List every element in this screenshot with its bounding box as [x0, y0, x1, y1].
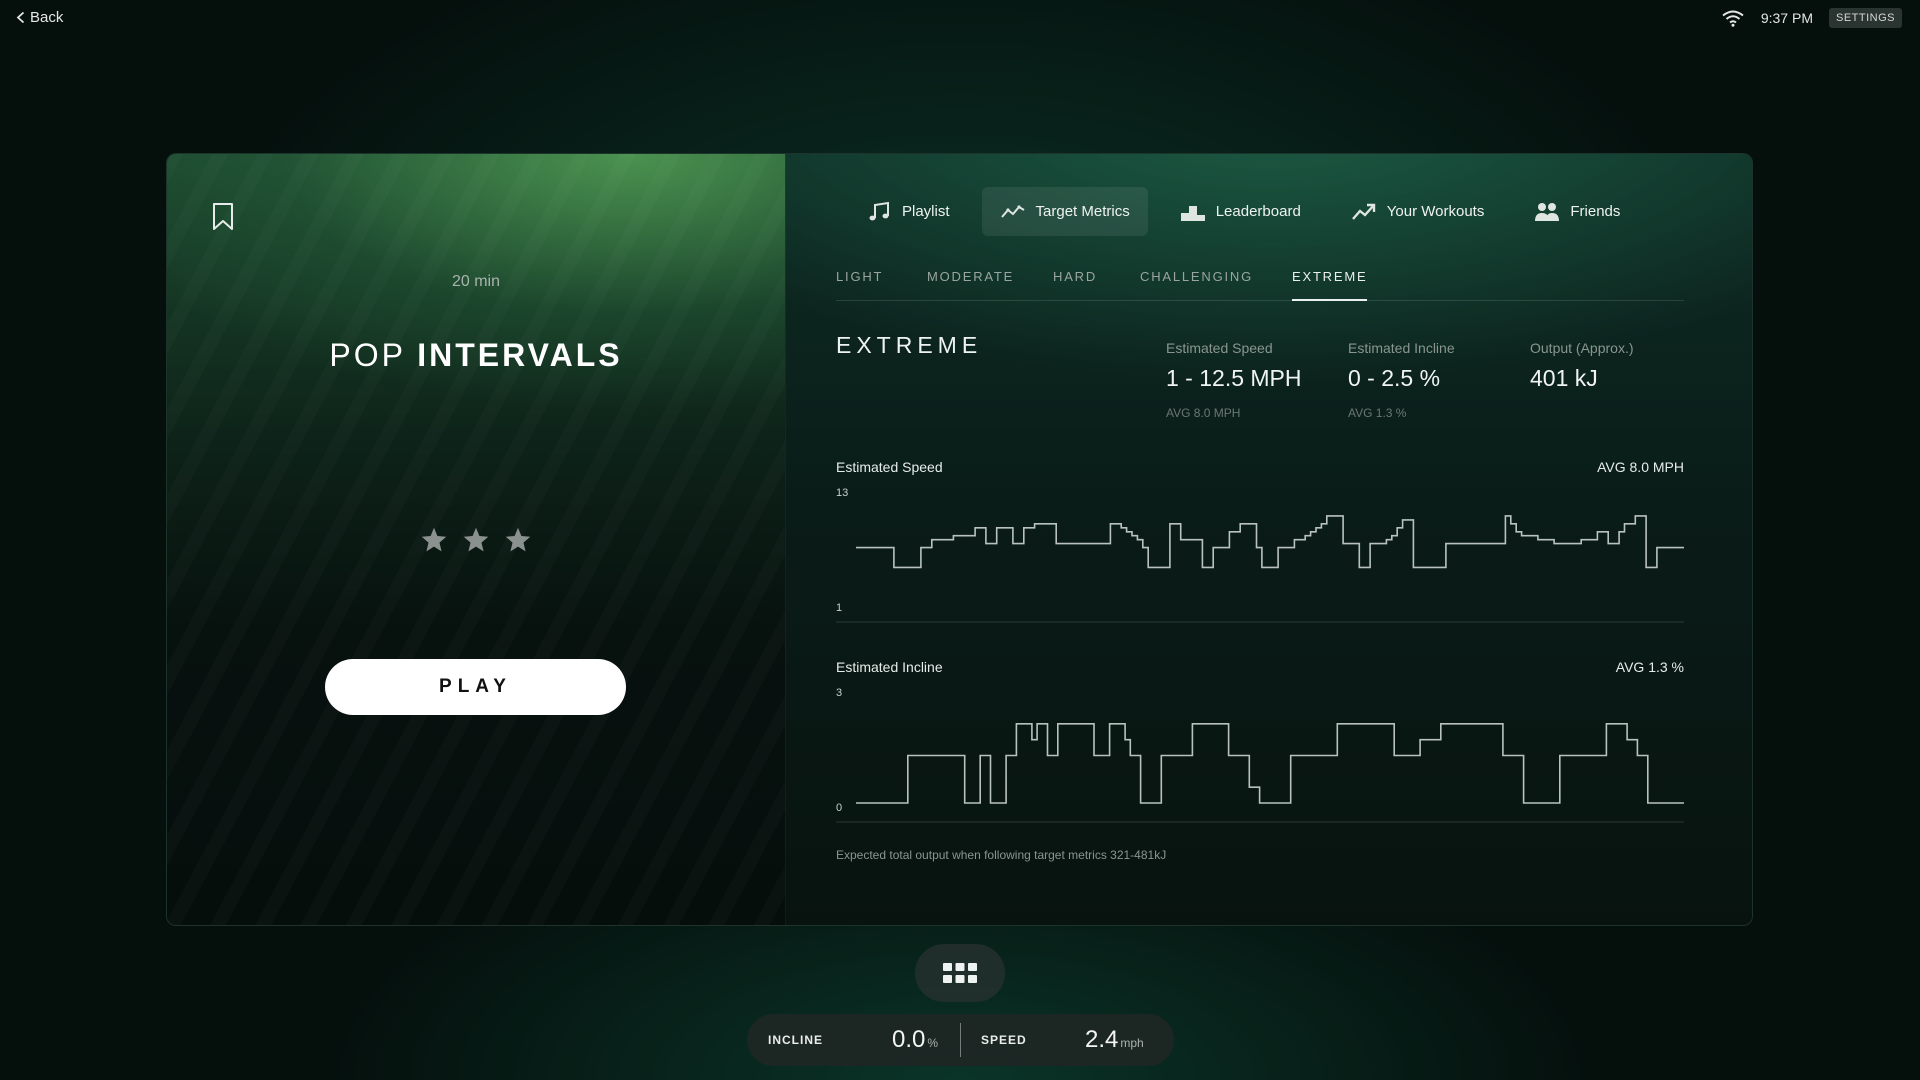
play-button[interactable]: PLAY: [325, 659, 626, 715]
y-min-label: 0: [836, 802, 842, 814]
podium-icon: [1180, 205, 1205, 221]
metric-average: AVG 1.3 %: [1348, 406, 1407, 420]
y-min-label: 1: [836, 602, 842, 614]
metric-value: 401 kJ: [1530, 365, 1598, 391]
difficulty-rating: [167, 526, 785, 554]
trending-up-icon: [1351, 203, 1375, 220]
level-challenging[interactable]: CHALLENGING: [1140, 269, 1253, 301]
incline-unit: %: [927, 1036, 939, 1050]
y-max-label: 3: [836, 687, 842, 699]
workout-title-light: POP: [329, 337, 406, 373]
metric-output: Output (Approx.) 401 kJ: [1530, 340, 1634, 392]
series-line: [856, 723, 1684, 804]
metric-speed: Estimated Speed 1 - 12.5 MPH AVG 8.0 MPH: [1166, 340, 1302, 420]
incline-label: INCLINE: [768, 1033, 823, 1047]
speed-label: SPEED: [981, 1033, 1027, 1047]
workout-title-bold: INTERVALS: [417, 337, 623, 373]
chart-average: AVG 8.0 MPH: [1597, 459, 1684, 475]
music-note-icon: [869, 201, 889, 220]
difficulty-levels: LIGHT MODERATE HARD CHALLENGING EXTREME: [836, 269, 1684, 301]
metric-average: AVG 8.0 MPH: [1166, 406, 1241, 420]
clock: 9:37 PM: [1760, 10, 1813, 26]
speed-value: 2.4 mph: [1085, 1026, 1144, 1054]
workout-duration: 20 min: [451, 273, 501, 290]
incline-chart-plot: 30: [836, 687, 1684, 823]
incline-value: 0.0%: [892, 1026, 938, 1054]
output-footnote: Expected total output when following tar…: [836, 848, 1167, 862]
incline-chart: Estimated Incline AVG 1.3 % 30: [836, 659, 1684, 823]
speed-unit: mph: [1120, 1036, 1144, 1050]
incline-number: 0.0: [892, 1026, 926, 1053]
series-line: [856, 515, 1684, 569]
metric-value: 0 - 2.5 %: [1348, 365, 1441, 391]
bookmark-icon[interactable]: [211, 202, 235, 232]
metric-incline: Estimated Incline 0 - 2.5 % AVG 1.3 %: [1348, 340, 1455, 420]
workout-summary-panel: 20 min POP INTERVALS PLAY: [167, 154, 785, 925]
chart-average: AVG 1.3 %: [1615, 659, 1684, 675]
tab-label: Leaderboard: [1215, 203, 1301, 220]
details-panel: Playlist Target Metrics Leaderboard Your…: [785, 154, 1752, 925]
y-max-label: 13: [836, 487, 848, 499]
detail-tabs: Playlist Target Metrics Leaderboard Your…: [848, 187, 1638, 236]
metric-label: Estimated Speed: [1166, 340, 1273, 356]
star-icon: [421, 527, 447, 552]
back-label: Back: [30, 9, 64, 26]
level-hard[interactable]: HARD: [1053, 269, 1097, 301]
chart-title: Estimated Speed: [836, 459, 943, 475]
tab-label: Your Workouts: [1386, 203, 1485, 220]
settings-button[interactable]: SETTINGS: [1828, 8, 1902, 28]
speed-chart: Estimated Speed AVG 8.0 MPH 13 1: [836, 459, 1684, 623]
tab-your-workouts[interactable]: Your Workouts: [1333, 187, 1503, 236]
selected-level-name: EXTREME: [836, 332, 983, 358]
tab-playlist[interactable]: Playlist: [848, 187, 968, 236]
tab-leaderboard[interactable]: Leaderboard: [1162, 187, 1319, 236]
grid-icon: [943, 963, 977, 983]
wifi-icon: [1721, 9, 1745, 27]
top-bar: Back 9:37 PM SETTINGS: [0, 0, 1920, 38]
metric-label: Estimated Incline: [1348, 340, 1455, 356]
star-icon: [463, 527, 489, 552]
tab-target-metrics[interactable]: Target Metrics: [981, 187, 1148, 236]
chart-title: Estimated Incline: [836, 659, 943, 675]
trend-line-icon: [1000, 204, 1025, 218]
star-icon: [505, 527, 531, 552]
workout-card: 20 min POP INTERVALS PLAY Playlist Targe…: [166, 153, 1753, 926]
tab-label: Target Metrics: [1035, 203, 1130, 220]
tab-friends[interactable]: Friends: [1516, 187, 1638, 236]
level-moderate[interactable]: MODERATE: [927, 269, 1014, 301]
speed-chart-plot: 13 1: [836, 487, 1684, 623]
back-button[interactable]: Back: [16, 9, 63, 26]
level-extreme[interactable]: EXTREME: [1292, 269, 1368, 301]
friends-icon: [1535, 202, 1560, 221]
treadmill-console: INCLINE 0.0% SPEED 2.4 mph: [747, 1014, 1174, 1066]
workout-title: POP INTERVALS: [167, 337, 785, 374]
status-area: 9:37 PM SETTINGS: [1721, 8, 1902, 28]
metric-value: 1 - 12.5 MPH: [1166, 365, 1302, 391]
speed-number: 2.4: [1085, 1026, 1119, 1053]
tab-label: Friends: [1570, 203, 1621, 220]
metric-label: Output (Approx.): [1530, 340, 1634, 356]
tab-label: Playlist: [902, 203, 950, 220]
console-divider: [960, 1023, 961, 1057]
apps-grid-button[interactable]: [915, 944, 1005, 1002]
chevron-left-icon: [16, 11, 25, 24]
level-light[interactable]: LIGHT: [836, 269, 883, 301]
